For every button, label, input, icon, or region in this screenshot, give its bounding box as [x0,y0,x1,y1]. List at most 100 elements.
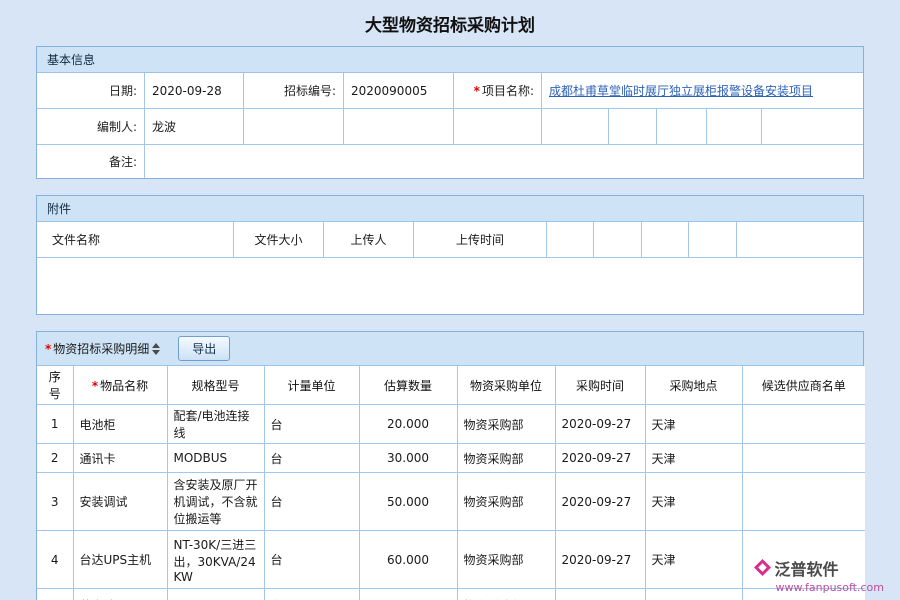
empty-cell [707,109,762,144]
empty-cell [542,109,609,144]
col-unit: 计量单位 [264,366,359,405]
cell-seq: 1 [37,405,73,444]
cell-dept: 物资采购部 [457,444,555,473]
cell-unit: 台 [264,444,359,473]
basic-info-row-1: 日期: 2020-09-28 招标编号: 2020090005 *项目名称: 成… [37,73,863,109]
empty-cell [594,222,642,257]
basic-info-section-title: 基本信息 [37,47,863,73]
required-asterisk: * [474,84,480,98]
col-suppliers: 候选供应商名单 [742,366,865,405]
cell-name: 通讯卡 [73,444,167,473]
sort-toggle-icon[interactable] [152,343,160,355]
detail-section-title: 物资招标采购明细 [53,340,149,357]
cell-name: 安装调试 [73,473,167,531]
empty-cell [762,109,863,144]
empty-cell [737,222,863,257]
cell-time: 2020-09-27 [555,444,645,473]
cell-dept: 物资采购部 [457,473,555,531]
cell-place: 天津 [645,473,742,531]
cell-time: 2020-09-27 [555,405,645,444]
brand-name: 泛普软件 [775,560,839,579]
table-row: 1 电池柜 配套/电池连接线 台 20.000 物资采购部 2020-09-27… [37,405,865,444]
attachment-header-uploader: 上传人 [324,222,414,257]
attachments-panel: 附件 文件名称 文件大小 上传人 上传时间 [36,195,864,315]
required-asterisk: * [45,342,51,356]
cell-place: 天津 [645,405,742,444]
col-time: 采购时间 [555,366,645,405]
project-value-cell: 成都杜甫草堂临时展厅独立展柜报警设备安装项目 [542,73,863,108]
cell-spec: MODBUS [167,444,264,473]
export-button[interactable]: 导出 [178,336,230,361]
bid-no-label: 招标编号: [244,73,344,108]
cell-dept: 物资采购部 [457,531,555,589]
cell-unit: 台 [264,473,359,531]
attachments-empty-body [37,258,863,314]
remark-value [145,145,863,178]
basic-info-row-3: 备注: [37,145,863,178]
cell-seq: 5 [37,589,73,600]
cell-unit: 台 [264,531,359,589]
cell-place: 天津 [645,444,742,473]
date-label: 日期: [37,73,145,108]
empty-cell [454,109,542,144]
cell-unit: 台 [264,589,359,600]
table-row: 5 蓄电池 12V/100AH 台 90.000 物资采购部 2020-09-2… [37,589,865,600]
col-item-name: *物品名称 [73,366,167,405]
basic-info-panel: 基本信息 日期: 2020-09-28 招标编号: 2020090005 *项目… [36,46,864,179]
cell-suppliers [742,405,865,444]
empty-cell [657,109,707,144]
cell-qty: 90.000 [359,589,457,600]
brand-url: www.fanpusoft.com [754,581,884,594]
col-place: 采购地点 [645,366,742,405]
cell-name: 电池柜 [73,405,167,444]
project-label: *项目名称: [454,73,542,108]
cell-dept: 物资采购部 [457,589,555,600]
table-row: 4 台达UPS主机 NT-30K/三进三出，30KVA/24KW 台 60.00… [37,531,865,589]
cell-spec: 12V/100AH [167,589,264,600]
cell-seq: 3 [37,473,73,531]
required-asterisk: * [92,379,98,393]
empty-cell [642,222,689,257]
attachment-header-filesize: 文件大小 [234,222,324,257]
cell-qty: 20.000 [359,405,457,444]
attachments-header-row: 文件名称 文件大小 上传人 上传时间 [37,222,863,258]
cell-name: 台达UPS主机 [73,531,167,589]
empty-cell [689,222,737,257]
attachments-section-title: 附件 [37,196,863,222]
cell-qty: 60.000 [359,531,457,589]
detail-section-header: * 物资招标采购明细 导出 [37,332,863,366]
cell-spec: NT-30K/三进三出，30KVA/24KW [167,531,264,589]
cell-suppliers [742,473,865,531]
cell-seq: 4 [37,531,73,589]
empty-cell [609,109,657,144]
page-title: 大型物资招标采购计划 [0,0,900,46]
empty-cell [244,109,344,144]
col-qty: 估算数量 [359,366,457,405]
cell-seq: 2 [37,444,73,473]
col-seq: 序号 [37,366,73,405]
col-spec: 规格型号 [167,366,264,405]
basic-info-row-2: 编制人: 龙波 [37,109,863,145]
fanpu-logo-icon [754,559,771,579]
cell-place: 天津 [645,531,742,589]
date-value: 2020-09-28 [145,73,244,108]
cell-time: 2020-09-27 [555,531,645,589]
author-value: 龙波 [145,109,244,144]
detail-panel: * 物资招标采购明细 导出 序号 *物品名称 规格型号 计量单位 估算数量 物资… [36,331,864,600]
table-row: 2 通讯卡 MODBUS 台 30.000 物资采购部 2020-09-27 天… [37,444,865,473]
cell-time: 2020-09-27 [555,589,645,600]
cell-unit: 台 [264,405,359,444]
cell-time: 2020-09-27 [555,473,645,531]
project-name-link[interactable]: 成都杜甫草堂临时展厅独立展柜报警设备安装项目 [549,82,813,99]
bid-no-value: 2020090005 [344,73,454,108]
author-label: 编制人: [37,109,145,144]
col-dept: 物资采购单位 [457,366,555,405]
cell-suppliers [742,444,865,473]
attachment-header-filename: 文件名称 [37,222,234,257]
empty-cell [344,109,454,144]
brand-watermark: 泛普软件 www.fanpusoft.com [754,559,884,594]
detail-header-row: 序号 *物品名称 规格型号 计量单位 估算数量 物资采购单位 采购时间 采购地点… [37,366,865,405]
cell-place: 天津 [645,589,742,600]
cell-spec: 含安装及原厂开机调试，不含就位搬运等 [167,473,264,531]
cell-name: 蓄电池 [73,589,167,600]
